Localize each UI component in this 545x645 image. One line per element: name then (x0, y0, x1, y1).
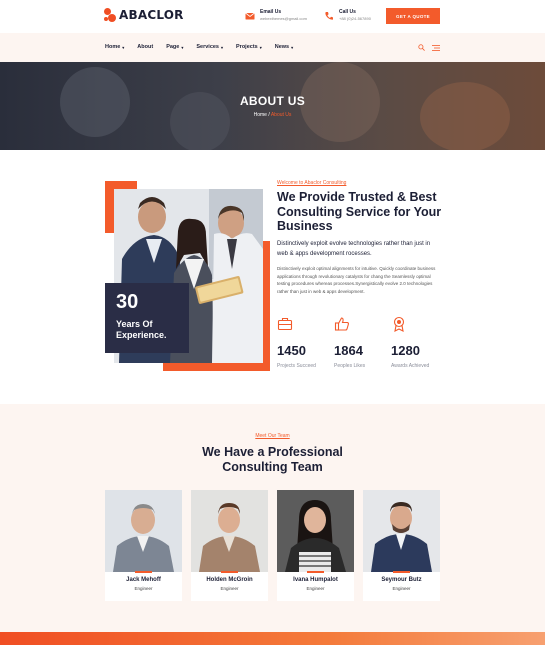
thumbs-up-icon (334, 317, 349, 331)
breadcrumb-home[interactable]: Home (254, 112, 267, 118)
team-member-role: Engineer (392, 586, 411, 591)
logo-text: ABACLOR (119, 8, 184, 22)
logo[interactable]: ABACLOR (104, 8, 184, 22)
chevron-down-icon: ▾ (259, 44, 262, 50)
chevron-down-icon: ▾ (122, 44, 125, 50)
about-paragraph: Distinctively exploit optimal alignments… (277, 266, 436, 294)
team-member-card[interactable]: Jack Mehoff Engineer (105, 490, 182, 601)
section-tag: Meet Our Team (255, 433, 290, 439)
nav-item-about[interactable]: About (137, 44, 153, 50)
breadcrumb-separator: / (268, 112, 270, 118)
email-contact: Email Us webexthemes@gmail.com (245, 9, 307, 23)
main-nav: Home ▾ About Page ▾ Services ▾ Projects ▾ Ne… (0, 33, 545, 62)
breadcrumb-current: About Us (270, 112, 292, 118)
team-member-role: Engineer (220, 586, 239, 591)
nav-item-page[interactable]: Page ▾ (166, 44, 183, 50)
nav-item-home[interactable]: Home ▾ (105, 44, 124, 50)
accent-bar (393, 571, 410, 573)
stat-label: Peoples Likes (334, 363, 366, 369)
footer-strip (0, 632, 545, 645)
about-lead-text: Distinctively exploit evolve technologie… (277, 241, 431, 257)
nav-item-news[interactable]: News ▾ (275, 44, 293, 50)
phone-icon (325, 12, 333, 20)
experience-label: Years Of Experience. (116, 319, 167, 340)
team-member-photo (105, 490, 182, 572)
briefcase-icon (277, 317, 293, 331)
about-heading: We Provide Trusted & Best Consulting Ser… (277, 190, 442, 233)
stat-awards: 1280 Awards Achieved (391, 316, 446, 369)
menu-icon[interactable] (432, 45, 440, 51)
experience-badge: 30 Years Of Experience. (105, 283, 189, 353)
stat-likes: 1864 Peoples Likes (334, 316, 389, 369)
stat-label: Awards Achieved (391, 363, 430, 369)
accent-bar (307, 571, 324, 573)
award-icon (393, 316, 405, 332)
section-tag: Welcome to Abaclor Consulting (277, 180, 347, 186)
experience-number: 30 (116, 291, 139, 313)
nav-item-projects[interactable]: Projects ▾ (236, 44, 262, 50)
team-heading: We Have a Professional Consulting Team (202, 445, 343, 474)
site-header: ABACLOR Email Us webexthemes@gmail.com C… (0, 0, 545, 33)
get-a-quote-button[interactable]: GET A QUOTE (386, 8, 440, 24)
accent-bar (135, 571, 152, 573)
chevron-down-icon: ▾ (221, 44, 224, 50)
search-icon[interactable] (418, 44, 425, 51)
team-member-photo (363, 490, 440, 572)
breadcrumb: Home / About Us (0, 112, 545, 118)
envelope-icon (245, 12, 255, 20)
team-member-photo (277, 490, 354, 572)
stat-value: 1864 (334, 343, 363, 358)
team-member-role: Engineer (306, 586, 325, 591)
call-value[interactable]: +88 (0)24-567890 (339, 15, 371, 23)
stat-value: 1450 (277, 343, 306, 358)
about-image-block: 30 Years Of Experience. (105, 181, 270, 371)
stat-projects: 1450 Projects Succeed (277, 316, 332, 369)
stat-value: 1280 (391, 343, 420, 358)
phone-contact: Call Us +88 (0)24-567890 (324, 9, 371, 23)
chevron-down-icon: ▾ (181, 44, 184, 50)
team-member-name: Ivana Humpalot (293, 577, 338, 583)
team-member-name: Seymour Butz (381, 577, 422, 583)
logo-icon (104, 8, 116, 22)
page-title: ABOUT US (239, 94, 306, 108)
email-value[interactable]: webexthemes@gmail.com (260, 15, 307, 23)
stat-label: Projects Succeed (277, 363, 316, 369)
chevron-down-icon: ▾ (291, 44, 294, 50)
team-member-card[interactable]: Holden McGroin Engineer (191, 490, 268, 601)
accent-bar (221, 571, 238, 573)
page-hero: ABOUT US Home / About Us (0, 62, 545, 150)
team-member-card[interactable]: Seymour Butz Engineer (363, 490, 440, 601)
team-member-photo (191, 490, 268, 572)
team-member-card[interactable]: Ivana Humpalot Engineer (277, 490, 354, 601)
team-member-name: Holden McGroin (206, 577, 253, 583)
nav-item-services[interactable]: Services ▾ (196, 44, 223, 50)
team-member-role: Engineer (134, 586, 153, 591)
team-member-name: Jack Mehoff (126, 577, 161, 583)
